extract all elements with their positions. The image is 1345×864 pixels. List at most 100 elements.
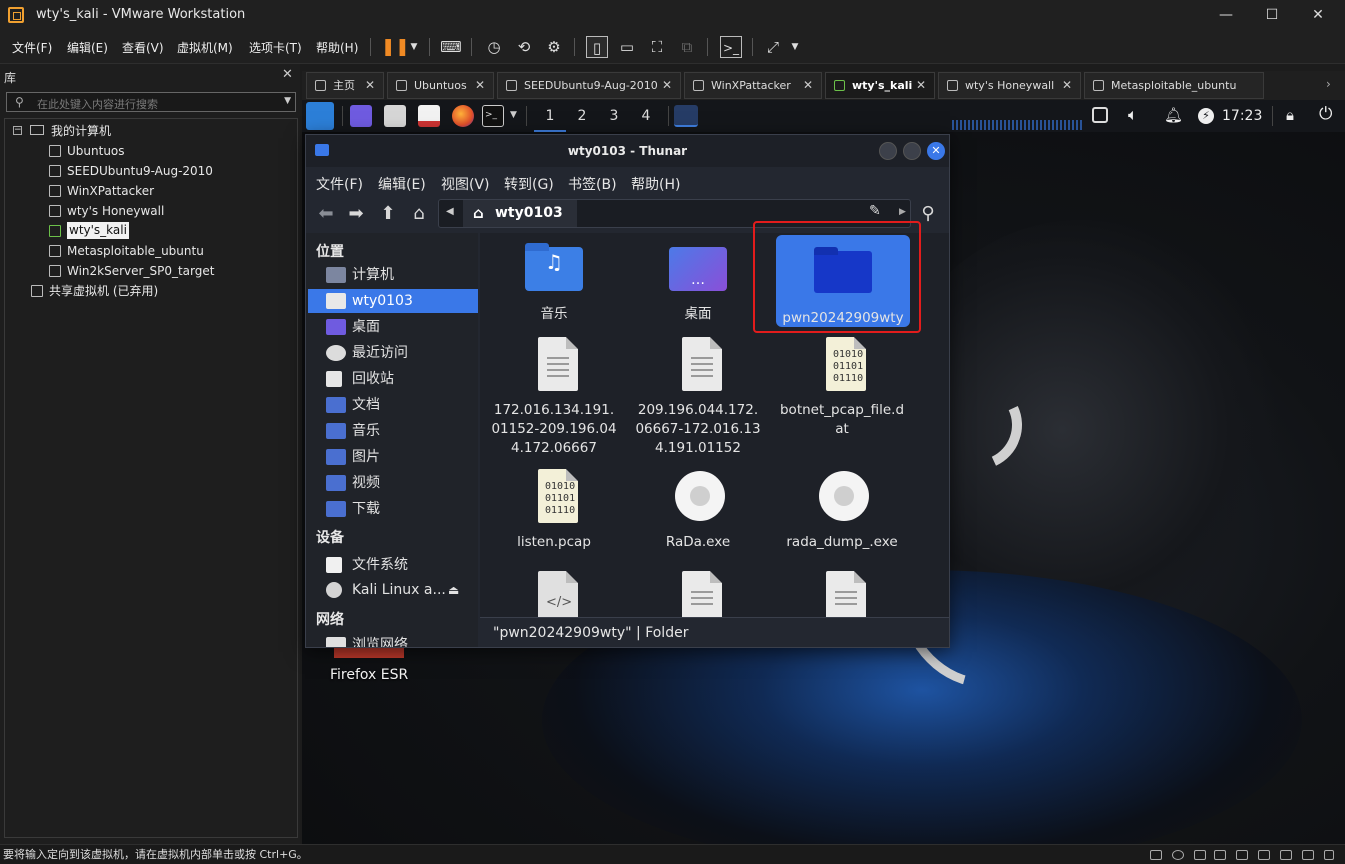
home-icon[interactable]: ⌂ xyxy=(407,202,431,226)
thunar-menu-file[interactable]: 文件(F) xyxy=(316,174,363,194)
sidebar-item-computer[interactable]: 计算机 xyxy=(308,263,478,287)
sidebar-item-browse-network[interactable]: 浏览网络 xyxy=(308,633,478,647)
message-icon[interactable] xyxy=(1302,850,1314,860)
full-screen-icon[interactable]: ⛶ xyxy=(646,36,668,58)
tree-vm-metasploitable[interactable]: Metasploitable_ubuntu xyxy=(49,241,289,261)
file-manager-icon[interactable] xyxy=(384,105,406,127)
tab-winxpattacker[interactable]: WinXPattacker ✕ xyxy=(684,72,822,99)
thunar-minimize-button[interactable] xyxy=(879,142,897,160)
tree-vm-seedubuntu[interactable]: SEEDUbuntu9-Aug-2010 xyxy=(49,161,289,181)
back-arrow-icon[interactable]: ⬅ xyxy=(314,202,338,226)
tree-vm-win2kserver[interactable]: Win2kServer_SP0_target xyxy=(49,261,289,281)
menu-vm[interactable]: 虚拟机(M) xyxy=(177,39,233,56)
workspace-3[interactable]: 3 xyxy=(598,100,630,132)
file-item-botnet-dat[interactable]: 01010 01101 01110 botnet_pcap_file.dat xyxy=(772,335,912,439)
sidebar-item-downloads[interactable]: 下载 xyxy=(308,497,478,521)
tab-close-icon[interactable]: ✕ xyxy=(916,73,926,98)
tree-vm-winxpattacker[interactable]: WinXPattacker xyxy=(49,181,289,201)
fullscreen-status-icon[interactable] xyxy=(1324,850,1334,860)
unity-icon[interactable]: ⧉ xyxy=(676,36,698,58)
thunar-maximize-button[interactable] xyxy=(903,142,921,160)
volume-icon[interactable]: 🔈︎ xyxy=(1128,105,1138,125)
file-item-rada-dump-exe[interactable]: rada_dump_.exe xyxy=(772,467,912,552)
sidebar-item-desktop[interactable]: 桌面 xyxy=(308,315,478,339)
notification-bell-icon[interactable]: 🔔︎ xyxy=(1164,106,1183,124)
thunar-window[interactable]: wty0103 - Thunar ✕ 文件(F) 编辑(E) 视图(V) 转到(… xyxy=(305,134,950,648)
tab-close-icon[interactable]: ✕ xyxy=(662,73,672,98)
minimize-button[interactable]: — xyxy=(1203,0,1249,30)
tree-vm-kali-selected[interactable]: wty's_kali xyxy=(49,221,289,241)
library-search-input[interactable]: ⚲ 在此处键入内容进行搜索 ▼ xyxy=(6,92,296,112)
search-dropdown-icon[interactable]: ▼ xyxy=(284,96,291,106)
send-ctrl-alt-del-icon[interactable]: ⌨ xyxy=(440,36,462,58)
tree-shared-vms[interactable]: 共享虚拟机 (已弃用) xyxy=(31,281,291,301)
workspace-2[interactable]: 2 xyxy=(566,100,598,132)
close-button[interactable]: ✕ xyxy=(1295,0,1341,30)
sidebar-item-pictures[interactable]: 图片 xyxy=(308,445,478,469)
desktop-icon-label[interactable]: Firefox ESR xyxy=(330,667,408,683)
console-view-icon[interactable]: >_ xyxy=(720,36,742,58)
file-item-stream-2[interactable]: 209.196.044.172.06667-172.016.134.191.01… xyxy=(628,335,768,458)
lock-icon[interactable]: 🔒︎ xyxy=(1286,106,1294,124)
sidebar-item-videos[interactable]: 视频 xyxy=(308,471,478,495)
tab-close-icon[interactable]: ✕ xyxy=(475,73,485,98)
stretch-dropdown-icon[interactable]: ▼ xyxy=(784,36,806,58)
tab-close-icon[interactable]: ✕ xyxy=(365,73,375,98)
tab-seedubuntu[interactable]: SEEDUbuntu9-Aug-2010 ✕ xyxy=(497,72,681,99)
file-item-text-b[interactable] xyxy=(772,569,912,617)
kali-menu-icon[interactable] xyxy=(306,102,334,130)
tab-ubuntuos[interactable]: Ubuntuos ✕ xyxy=(387,72,494,99)
file-item-code[interactable]: </> xyxy=(484,569,624,617)
collapse-icon[interactable]: − xyxy=(13,126,22,135)
sidebar-item-home[interactable]: wty0103 xyxy=(308,289,478,313)
power-manager-icon[interactable]: ⚡ xyxy=(1198,108,1214,124)
edit-location-icon[interactable]: ✎ xyxy=(869,203,881,219)
logout-icon[interactable]: ⏻ xyxy=(1319,104,1332,124)
snapshot-icon[interactable]: ◷ xyxy=(483,36,505,58)
thunar-menu-go[interactable]: 转到(G) xyxy=(504,174,554,194)
forward-arrow-icon[interactable]: ➡ xyxy=(344,202,368,226)
file-item-listen-pcap[interactable]: 01010 01101 01110 listen.pcap xyxy=(484,467,624,552)
tree-root-my-computer[interactable]: − 我的计算机 xyxy=(13,121,293,141)
parent-folder-icon[interactable]: ⬆ xyxy=(376,202,400,226)
thunar-menu-help[interactable]: 帮助(H) xyxy=(631,174,680,194)
eject-icon[interactable]: ⏏ xyxy=(448,578,459,602)
panel-clock[interactable]: 17:23 xyxy=(1222,108,1262,124)
display-icon[interactable] xyxy=(1280,850,1292,860)
show-library-icon[interactable]: ▯ xyxy=(586,36,608,58)
menu-tabs[interactable]: 选项卡(T) xyxy=(249,39,302,56)
revert-snapshot-icon[interactable]: ⟲ xyxy=(513,36,535,58)
display-icon[interactable] xyxy=(1092,107,1108,123)
tab-honeywall[interactable]: wty's Honeywall ✕ xyxy=(938,72,1081,99)
library-close-button[interactable]: ✕ xyxy=(282,67,293,82)
sidebar-item-trash[interactable]: 回收站 xyxy=(308,367,478,391)
sidebar-item-kali-disc[interactable]: Kali Linux a... ⏏ xyxy=(308,578,478,602)
maximize-button[interactable]: ☐ xyxy=(1249,0,1295,30)
file-item-text-a[interactable] xyxy=(628,569,768,617)
text-editor-icon[interactable] xyxy=(418,105,440,127)
tree-vm-ubuntuos[interactable]: Ubuntuos xyxy=(49,141,289,161)
hard-disk-icon[interactable] xyxy=(1150,850,1162,860)
stretch-guest-icon[interactable]: ⤢ xyxy=(762,36,784,58)
network-adapter-icon[interactable] xyxy=(1194,850,1206,860)
menu-help[interactable]: 帮助(H) xyxy=(316,39,358,56)
tree-vm-honeywall[interactable]: wty's Honeywall xyxy=(49,201,289,221)
workspace-1[interactable]: 1 xyxy=(534,100,566,132)
sidebar-item-recent[interactable]: 最近访问 xyxy=(308,341,478,365)
menu-file[interactable]: 文件(F) xyxy=(12,39,52,56)
tab-metasploitable[interactable]: Metasploitable_ubuntu xyxy=(1084,72,1264,99)
menu-view[interactable]: 查看(V) xyxy=(122,39,164,56)
thunar-close-button[interactable]: ✕ xyxy=(927,142,945,160)
file-item-music[interactable]: ♫ 音乐 xyxy=(484,239,624,325)
show-desktop-icon[interactable] xyxy=(350,105,372,127)
terminal-dropdown-icon[interactable]: ▼ xyxy=(510,110,517,120)
printer-icon[interactable] xyxy=(1258,850,1270,860)
tab-wtys-kali[interactable]: wty's_kali ✕ xyxy=(825,72,935,99)
pause-icon[interactable]: ❚❚ xyxy=(381,36,410,58)
usb-icon[interactable] xyxy=(1214,850,1226,860)
thunar-menu-view[interactable]: 视图(V) xyxy=(441,174,490,194)
sidebar-item-filesystem[interactable]: 文件系统 xyxy=(308,553,478,577)
sound-icon[interactable] xyxy=(1236,850,1248,860)
firefox-icon[interactable] xyxy=(452,105,474,127)
sidebar-item-documents[interactable]: 文档 xyxy=(308,393,478,417)
